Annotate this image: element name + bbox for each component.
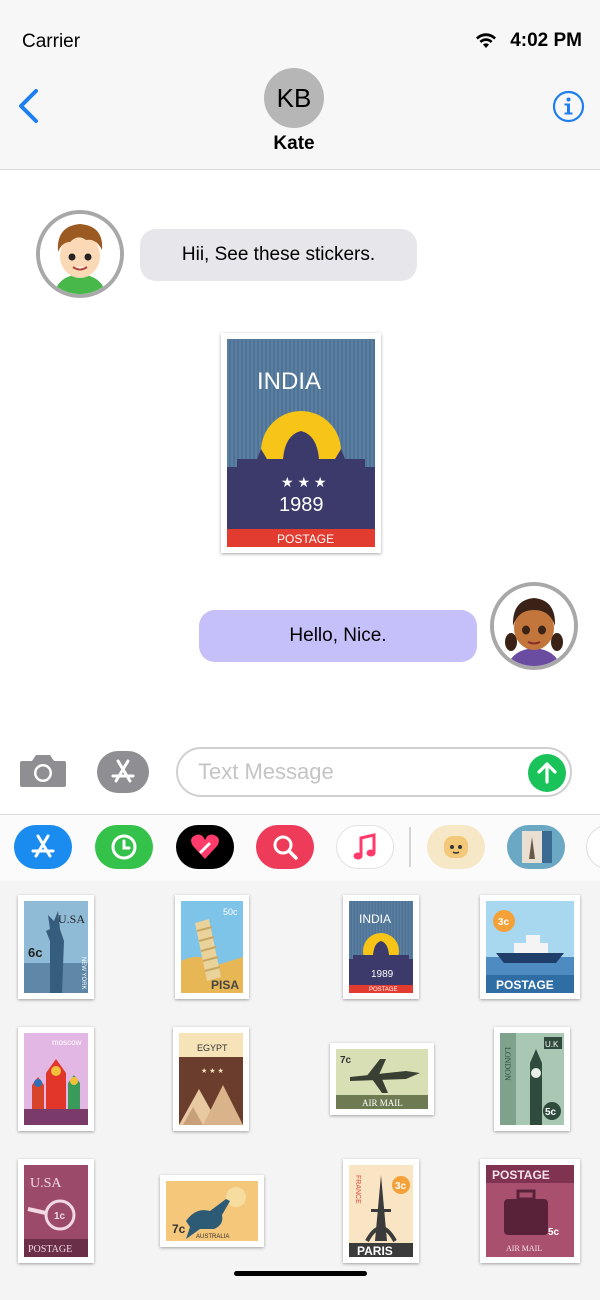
svg-text:3c: 3c — [498, 917, 510, 928]
usa-newyork-sticker[interactable]: U.SA 6c NEW YORK — [15, 892, 97, 1002]
svg-text:PARIS: PARIS — [357, 1244, 393, 1257]
sticker-drawer: U.SA 6c NEW YORK 50c PISA INDIA 1989 POS… — [0, 881, 600, 1300]
message-input[interactable] — [198, 759, 518, 785]
svg-text:NEW YORK: NEW YORK — [80, 957, 86, 990]
digital-touch-app-icon[interactable] — [176, 825, 234, 869]
music-app-icon[interactable] — [336, 825, 394, 869]
camera-icon[interactable] — [18, 753, 68, 794]
svg-text:AIR MAIL: AIR MAIL — [506, 1244, 542, 1253]
app-store-app-icon[interactable] — [14, 825, 72, 869]
contact-avatar[interactable]: KB — [264, 68, 324, 128]
message-text: Hii, See these stickers. — [181, 244, 376, 265]
message-input-container — [176, 747, 572, 797]
app-bar-divider — [409, 827, 411, 867]
svg-text:AIR MAIL: AIR MAIL — [362, 1098, 403, 1108]
wifi-icon — [474, 31, 498, 54]
svg-text:U.K: U.K — [545, 1040, 559, 1049]
pisa-sticker[interactable]: 50c PISA — [172, 892, 252, 1002]
india-sticker[interactable]: INDIA 1989 POSTAGE — [340, 892, 422, 1002]
sticker-pack-1-icon[interactable] — [427, 825, 485, 869]
svg-text:1989: 1989 — [371, 969, 394, 980]
svg-text:★ ★ ★: ★ ★ ★ — [201, 1067, 224, 1075]
svg-text:EGYPT: EGYPT — [197, 1043, 228, 1053]
message-thread: Hii, See these stickers. INDIA ★ ★ ★ 198… — [0, 171, 600, 731]
svg-text:U.SA: U.SA — [30, 1176, 62, 1191]
boy-avatar — [36, 210, 124, 298]
stamp-year: 1989 — [279, 494, 324, 516]
sticker-pack-2-icon[interactable] — [507, 825, 565, 869]
svg-text:7c: 7c — [172, 1222, 186, 1236]
svg-text:LONDON: LONDON — [503, 1047, 512, 1081]
message-composer — [0, 731, 600, 815]
girl-avatar — [490, 582, 578, 670]
svg-text:7c: 7c — [340, 1055, 352, 1066]
svg-text:POSTAGE: POSTAGE — [369, 987, 398, 993]
svg-text:50c: 50c — [223, 907, 238, 917]
imessage-app-bar — [0, 815, 600, 881]
usa-horn-sticker[interactable]: U.SA 1c POSTAGE — [15, 1156, 97, 1266]
svg-text:U.SA: U.SA — [58, 912, 85, 926]
svg-text:moscow: moscow — [52, 1038, 82, 1047]
svg-text:AUSTRALIA: AUSTRALIA — [196, 1234, 229, 1240]
svg-text:INDIA: INDIA — [359, 912, 391, 926]
london-sticker[interactable]: U.K LONDON 5c — [491, 1024, 573, 1134]
stamp-footer: POSTAGE — [277, 532, 334, 546]
stamp-title: INDIA — [257, 368, 321, 395]
svg-text:6c: 6c — [28, 945, 42, 960]
incoming-message-bubble[interactable]: Hii, See these stickers. — [140, 229, 417, 281]
svg-text:1c: 1c — [54, 1211, 66, 1222]
svg-text:POSTAGE: POSTAGE — [28, 1244, 72, 1255]
egypt-sticker[interactable]: EGYPT ★ ★ ★ — [170, 1024, 252, 1134]
ship-sticker[interactable]: 3c POSTAGE — [477, 892, 583, 1002]
contact-name[interactable]: Kate — [0, 133, 588, 155]
moscow-sticker[interactable]: moscow — [15, 1024, 97, 1134]
svg-text:FRANCE: FRANCE — [354, 1175, 361, 1204]
svg-text:POSTAGE: POSTAGE — [492, 1168, 550, 1182]
image-search-app-icon[interactable] — [256, 825, 314, 869]
info-icon[interactable] — [552, 90, 585, 128]
suitcase-sticker[interactable]: POSTAGE 5c AIR MAIL — [477, 1156, 583, 1266]
svg-text:PISA: PISA — [211, 978, 239, 992]
chevron-left-icon[interactable] — [16, 88, 40, 129]
clock: 4:02 PM — [510, 30, 582, 51]
svg-text:5c: 5c — [545, 1107, 557, 1118]
more-apps-icon[interactable] — [586, 825, 600, 869]
paris-sticker[interactable]: 3c FRANCE PARIS — [340, 1156, 422, 1266]
svg-text:★ ★ ★: ★ ★ ★ — [281, 474, 326, 490]
send-arrow-icon[interactable] — [528, 754, 566, 792]
india-sticker-message[interactable]: INDIA ★ ★ ★ 1989 POSTAGE — [218, 330, 384, 556]
app-store-icon[interactable] — [97, 751, 149, 793]
carrier-label: Carrier — [22, 31, 81, 52]
recents-app-icon[interactable] — [95, 825, 153, 869]
svg-text:3c: 3c — [395, 1181, 407, 1192]
status-bar: Carrier 4:02 PM — [0, 0, 600, 60]
australia-sticker[interactable]: 7c AUSTRALIA — [157, 1172, 267, 1250]
home-indicator[interactable] — [234, 1271, 367, 1276]
airmail-sticker[interactable]: 7c AIR MAIL — [327, 1040, 437, 1118]
outgoing-message-bubble[interactable]: Hello, Nice. — [199, 610, 477, 662]
svg-text:5c: 5c — [548, 1227, 560, 1238]
message-text: Hello, Nice. — [289, 625, 387, 646]
svg-text:POSTAGE: POSTAGE — [496, 978, 554, 992]
conversation-header: KB Kate — [0, 60, 600, 170]
